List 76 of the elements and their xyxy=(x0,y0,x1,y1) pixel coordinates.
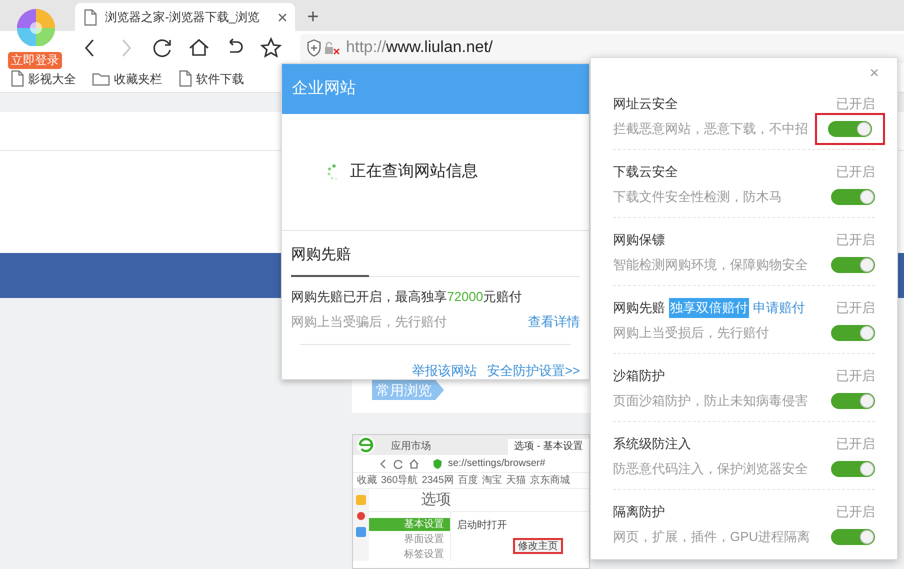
status-text: 正在查询网站信息 xyxy=(350,162,478,182)
feature-title: 下载云安全 xyxy=(613,163,678,182)
feature-description: 页面沙箱防护，防止未知病毒侵害 xyxy=(613,392,808,410)
feature-description: 防恶意代码注入，保护浏览器安全 xyxy=(613,460,808,478)
toggle-switch[interactable] xyxy=(831,461,875,477)
feature-description: 下载文件安全性检测，防木马 xyxy=(613,188,782,206)
feature-title: 网购先赔 xyxy=(613,299,665,318)
status-text: 已开启 xyxy=(836,299,875,318)
edit-homepage-button[interactable]: 修改主页 xyxy=(513,538,563,554)
feature-title: 系统级防注入 xyxy=(613,435,691,454)
settings-menu-item[interactable]: 界面设置 xyxy=(369,533,450,546)
status-text: 已开启 xyxy=(836,435,875,454)
home-icon xyxy=(409,458,419,468)
bookmark-item: 2345网 xyxy=(422,476,454,486)
feature-description: 智能检测网购环境，保障购物安全 xyxy=(613,256,808,274)
protection-message: 网购先赔已开启，最高独享72000元赔付 xyxy=(291,288,524,306)
shield-icon[interactable] xyxy=(306,39,322,57)
back-icon xyxy=(379,458,387,468)
url-text: http://www.liulan.net/ xyxy=(346,38,493,58)
folder-icon xyxy=(92,72,110,86)
bookmark-item: 天猫 xyxy=(506,476,526,486)
feature-title: 隔离防护 xyxy=(613,503,665,522)
bookmark-item: 收藏 xyxy=(357,476,377,486)
insecure-lock-icon[interactable] xyxy=(324,41,340,55)
bookmark-item: 京东商城 xyxy=(530,476,570,486)
status-text: 已开启 xyxy=(836,503,875,522)
footer-link[interactable]: 举报该网站 xyxy=(412,360,477,380)
toggle-switch[interactable] xyxy=(831,393,875,409)
tab[interactable]: 选项 - 基本设置 xyxy=(508,439,589,455)
popup-header: 企业网站 xyxy=(282,64,589,114)
feature-description: 网购上当受损后，先行赔付 xyxy=(613,324,769,342)
bookmark-item[interactable]: 影视大全 xyxy=(10,70,76,88)
toggle-switch[interactable] xyxy=(828,121,872,137)
browser-tab[interactable]: 浏览器之家-浏览器下载_浏览 xyxy=(75,3,295,31)
tab[interactable]: 应用市场 xyxy=(385,439,437,455)
home-icon[interactable] xyxy=(188,37,210,59)
toggle-switch[interactable] xyxy=(831,257,875,273)
apply-link[interactable]: 申请赔付 xyxy=(753,298,805,318)
setting-label: 启动时打开 xyxy=(457,518,507,533)
feature-title: 网址云安全 xyxy=(613,95,678,114)
bookmark-item[interactable]: 收藏夹栏 xyxy=(92,70,162,88)
details-link[interactable]: 查看详情 xyxy=(528,312,580,332)
section-title: 网购先赔 xyxy=(291,244,369,276)
feature-title: 网购保镖 xyxy=(613,231,665,250)
page-icon xyxy=(178,70,192,87)
reload-icon xyxy=(393,458,403,468)
toggle-switch[interactable] xyxy=(831,189,875,205)
feature-title: 沙箱防护 xyxy=(613,367,665,386)
page-icon xyxy=(10,70,24,87)
close-icon[interactable] xyxy=(278,12,287,22)
shield-icon xyxy=(433,458,442,468)
status-text: 已开启 xyxy=(836,95,875,114)
status-text: 已开启 xyxy=(836,367,875,386)
address-bar[interactable]: http://www.liulan.net/ xyxy=(300,34,904,62)
reload-icon[interactable] xyxy=(152,37,174,59)
settings-heading: 选项 xyxy=(420,490,452,510)
status-text: 已开启 xyxy=(836,163,875,182)
status-text: 已开启 xyxy=(836,231,875,250)
bookmark-item: 360导航 xyxy=(381,476,418,486)
bookmark-item: 淘宝 xyxy=(482,476,502,486)
category-tag: 常用浏览 xyxy=(372,380,444,400)
login-button[interactable]: 立即登录 xyxy=(8,52,62,69)
bookmark-item[interactable]: 软件下载 xyxy=(178,70,244,88)
note-text: 网购上当受骗后，先行赔付 xyxy=(291,313,447,331)
page-icon xyxy=(83,8,97,26)
toggle-switch[interactable] xyxy=(831,325,875,341)
new-tab-button[interactable]: + xyxy=(303,7,323,27)
promo-badge: 独享双倍赔付 xyxy=(669,298,749,318)
feature-description: 拦截恶意网站，恶意下载，不中招 xyxy=(613,120,808,138)
tab-title: 浏览器之家-浏览器下载_浏览 xyxy=(105,9,261,26)
settings-menu-item[interactable]: 标签设置 xyxy=(369,548,450,561)
toggle-switch[interactable] xyxy=(831,529,875,545)
footer-link[interactable]: 安全防护设置>> xyxy=(486,360,580,380)
feature-description: 网页，扩展，插件，GPU进程隔离 xyxy=(613,528,810,546)
url-text: se://settings/browser# xyxy=(448,457,546,471)
bookmark-item: 百度 xyxy=(458,476,478,486)
